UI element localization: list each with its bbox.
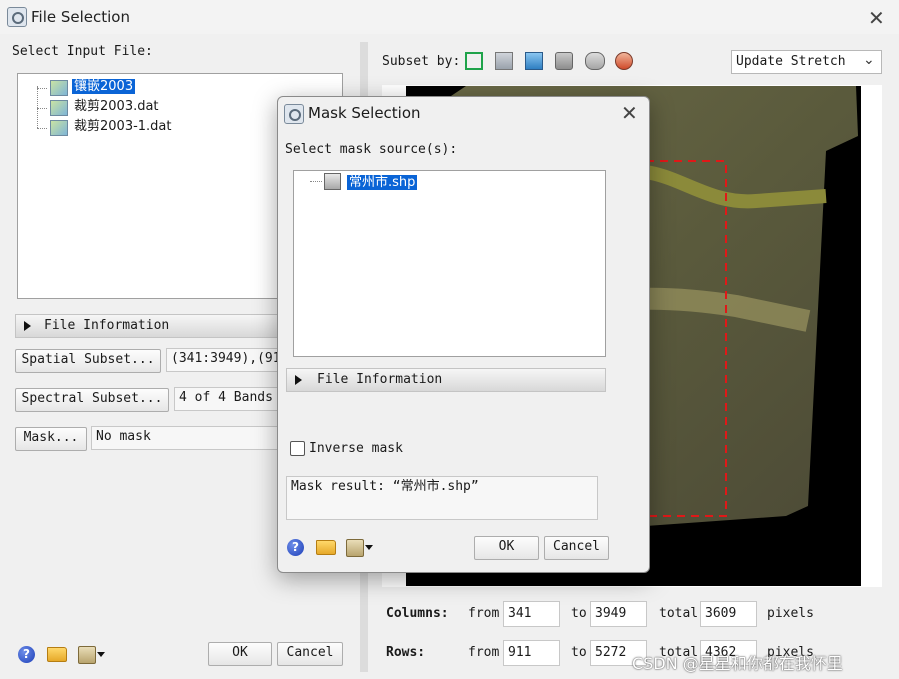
columns-from-input[interactable]: 341	[503, 601, 560, 627]
expand-arrow-icon	[24, 321, 31, 331]
file-information-toggle[interactable]: File Information	[15, 314, 317, 338]
app-icon	[7, 7, 27, 27]
mask-ok-button[interactable]: OK	[474, 536, 539, 560]
open-folder-icon[interactable]	[47, 647, 67, 662]
window-title: File Selection	[31, 8, 130, 26]
chevron-down-icon[interactable]	[97, 652, 105, 657]
app-icon	[284, 104, 304, 124]
mask-source-item-0[interactable]: 常州市.shp	[347, 174, 418, 191]
ok-button[interactable]: OK	[208, 642, 272, 666]
columns-to-input[interactable]: 3949	[590, 601, 647, 627]
columns-total-value: 3609	[700, 601, 757, 627]
tree-guide	[37, 108, 47, 109]
options-icon[interactable]	[346, 539, 364, 557]
file-information-label: File Information	[44, 318, 170, 333]
raster-file-icon	[50, 100, 68, 116]
columns-label: Columns:	[386, 606, 449, 621]
title-bar: File Selection ✕	[0, 0, 899, 34]
mask-button[interactable]: Mask...	[15, 427, 87, 451]
mask-file-information-label: File Information	[317, 372, 443, 387]
tree-guide	[310, 181, 322, 182]
file-subset-icon[interactable]	[615, 52, 633, 70]
stretch-dropdown[interactable]: Update Stretch ⌄	[731, 50, 882, 74]
mask-file-information-toggle[interactable]: File Information	[286, 368, 606, 392]
rows-to-label: to	[571, 645, 587, 660]
cancel-button[interactable]: Cancel	[277, 642, 343, 666]
columns-from-label: from	[468, 606, 500, 621]
stretch-selected: Update Stretch	[736, 54, 846, 69]
map-subset-icon[interactable]	[525, 52, 543, 70]
shapefile-icon	[324, 173, 341, 190]
watermark: CSDN @星星和你都在我怀里	[632, 654, 843, 673]
mask-source-label: 常州市.shp	[347, 175, 418, 190]
open-folder-icon[interactable]	[316, 540, 336, 555]
mask-cancel-button[interactable]: Cancel	[544, 536, 609, 560]
expand-arrow-icon	[295, 375, 302, 385]
inverse-mask-checkbox[interactable]	[290, 441, 305, 456]
vector-subset-icon[interactable]	[555, 52, 573, 70]
spatial-subset-button[interactable]: Spatial Subset...	[15, 349, 161, 373]
rows-from-input[interactable]: 911	[503, 640, 560, 666]
mask-source-tree[interactable]: 常州市.shp	[293, 170, 606, 357]
file-item-0[interactable]: 镶嵌2003	[72, 78, 136, 95]
subset-by-label: Subset by:	[382, 54, 461, 69]
file-item-label: 镶嵌2003	[72, 79, 136, 94]
select-input-label: Select Input File:	[12, 44, 153, 59]
rectangle-subset-icon[interactable]	[465, 52, 483, 70]
close-icon[interactable]: ✕	[621, 101, 638, 125]
tree-guide	[37, 128, 47, 129]
options-icon[interactable]	[78, 646, 96, 664]
raster-file-icon	[50, 80, 68, 96]
mask-result-text: Mask result: “常州市.shp”	[291, 479, 479, 494]
columns-to-label: to	[571, 606, 587, 621]
chevron-down-icon[interactable]	[365, 545, 373, 550]
rows-label: Rows:	[386, 645, 426, 660]
mask-selection-dialog: Mask Selection ✕ Select mask source(s): …	[277, 96, 650, 573]
help-icon[interactable]: ?	[287, 539, 304, 556]
mask-sources-label: Select mask source(s):	[285, 142, 458, 157]
close-icon[interactable]: ✕	[868, 6, 885, 30]
image-subset-icon[interactable]	[495, 52, 513, 70]
file-item-2[interactable]: 裁剪2003-1.dat	[74, 118, 172, 135]
inverse-mask-label: Inverse mask	[309, 441, 403, 456]
tree-guide	[37, 88, 47, 89]
mask-dialog-title: Mask Selection	[308, 104, 421, 122]
spectral-subset-button[interactable]: Spectral Subset...	[15, 388, 169, 412]
roi-subset-icon[interactable]	[585, 52, 605, 70]
columns-units: pixels	[767, 606, 814, 621]
tree-guide	[37, 86, 38, 128]
raster-file-icon	[50, 120, 68, 136]
columns-total-label: total	[659, 606, 699, 621]
file-item-1[interactable]: 裁剪2003.dat	[74, 98, 159, 115]
chevron-down-icon: ⌄	[863, 52, 875, 68]
mask-result-field: Mask result: “常州市.shp”	[286, 476, 598, 520]
help-icon[interactable]: ?	[18, 646, 35, 663]
rows-from-label: from	[468, 645, 500, 660]
